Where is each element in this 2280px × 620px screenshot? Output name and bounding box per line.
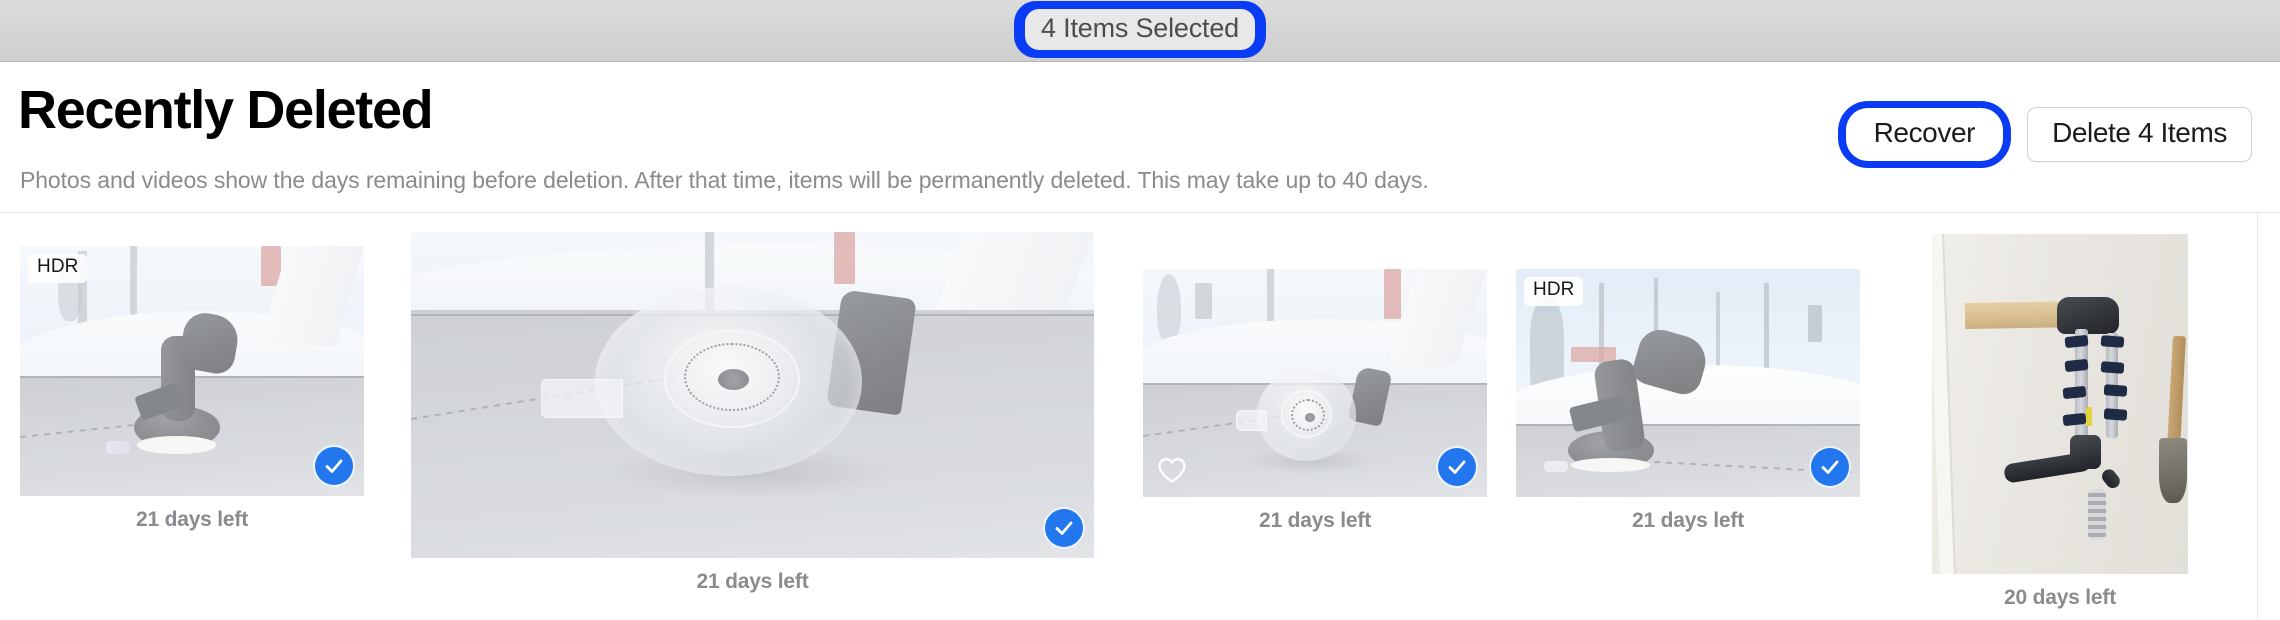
days-left-caption: 21 days left (136, 508, 248, 531)
photo-thumbnail[interactable]: HDR (1516, 269, 1860, 497)
photo-grid: HDR 21 days left 21 days left 21 days le… (0, 213, 2280, 620)
selected-checkmark-icon[interactable] (1043, 507, 1085, 549)
hdr-badge: HDR (1524, 277, 1584, 306)
hdr-badge: HDR (28, 254, 88, 283)
photo-thumbnail[interactable] (1932, 234, 2188, 574)
photo-thumbnail[interactable]: HDR (20, 246, 364, 496)
favorite-heart-icon[interactable] (1155, 453, 1189, 487)
photo-thumbnail[interactable] (1143, 269, 1487, 497)
days-left-caption: 21 days left (696, 570, 809, 593)
page-header: Recently Deleted Photos and videos show … (0, 62, 2280, 212)
photo-scene-suction-cup-closeup (411, 232, 1094, 558)
selection-status-focus-ring: 4 Items Selected (1014, 1, 1266, 58)
photo-tile[interactable]: 21 days left (1143, 269, 1487, 533)
selected-checkmark-icon[interactable] (1809, 446, 1851, 488)
recover-button[interactable]: Recover (1845, 108, 2004, 161)
page-title: Recently Deleted (18, 80, 434, 140)
photo-tile[interactable]: HDR 21 days left (20, 246, 364, 532)
selected-checkmark-icon[interactable] (313, 445, 355, 487)
days-left-caption: 20 days left (2004, 586, 2116, 609)
photo-tile[interactable]: HDR 21 days left (1516, 269, 1860, 533)
photo-scene-garage-wall-rack (1932, 234, 2188, 574)
photos-recently-deleted-window: 4 Items Selected Recently Deleted Photos… (0, 0, 2280, 620)
photo-tile[interactable]: 20 days left (1932, 234, 2188, 610)
recover-button-focus-ring: Recover (1837, 101, 2012, 168)
header-actions: Recover Delete 4 Items (1837, 101, 2252, 168)
delete-items-button[interactable]: Delete 4 Items (2027, 107, 2252, 162)
days-left-caption: 21 days left (1259, 509, 1371, 532)
window-titlebar: 4 Items Selected (0, 0, 2280, 62)
days-left-caption: 21 days left (1632, 509, 1744, 532)
photo-thumbnail[interactable] (411, 232, 1094, 558)
photo-scene-dashboard-mount-wide (20, 246, 364, 496)
selected-checkmark-icon[interactable] (1436, 446, 1478, 488)
photo-tile[interactable]: 21 days left (411, 232, 1094, 594)
page-subtitle: Photos and videos show the days remainin… (20, 167, 1429, 193)
selection-status-label: 4 Items Selected (1025, 9, 1255, 50)
